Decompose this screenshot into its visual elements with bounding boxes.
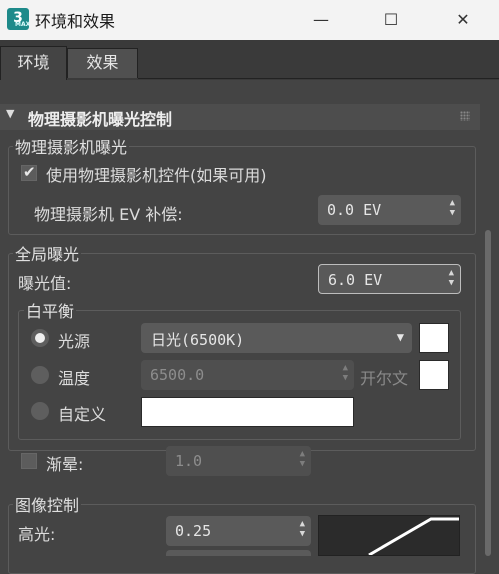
ev-compensation-spinner[interactable]: 0.0 EV ▲ ▼ [318,195,461,225]
vignetting-spinner[interactable]: 1.0 ▲ ▼ [166,446,311,476]
app-logo-subtext: MAX [15,21,31,28]
custom-color-swatch[interactable] [141,397,354,427]
camera-exposure-group-title: 物理摄影机曝光 [13,134,130,158]
exposure-value-input[interactable]: 6.0 EV [328,271,382,289]
custom-label: 自定义 [58,405,107,424]
tone-curve-line [368,517,459,557]
next-spinner-partial[interactable] [166,550,311,556]
temperature-color-swatch[interactable] [419,360,449,390]
rollout-title: 物理摄影机曝光控制 [28,110,173,129]
window-title: 环境和效果 [35,12,116,31]
tab-effects[interactable]: 效果 [67,48,138,78]
tone-curve-preview [318,515,460,557]
chevron-down-icon: ▼ [396,330,404,344]
vignetting-checkbox[interactable] [21,453,37,469]
minimize-button[interactable]: — [298,0,344,40]
spinner-arrows-icon[interactable]: ▲ ▼ [300,449,305,469]
highlights-label: 高光: [18,525,56,544]
ev-compensation-label: 物理摄影机 EV 补偿: [34,205,183,224]
highlights-value: 0.25 [175,522,212,540]
app-logo-icon: 3 MAX [7,8,31,30]
maximize-button[interactable]: ☐ [368,0,414,40]
tab-environment[interactable]: 环境 [0,46,67,80]
temperature-value: 6500.0 [150,366,205,384]
collapse-triangle-icon: ▼ [6,107,15,120]
white-balance-group-title: 白平衡 [24,298,77,322]
light-source-value: 日光(6500K) [151,331,245,349]
tone-curve-graph [368,517,459,557]
title-bar: 3 MAX 环境和效果 — ☐ ✕ [0,0,499,40]
use-camera-controls-checkbox[interactable]: ✔ [21,163,37,181]
temperature-radio[interactable] [31,366,49,384]
light-source-label: 光源 [58,332,91,351]
close-button[interactable]: ✕ [440,0,486,40]
spinner-arrows-icon[interactable]: ▲ ▼ [300,519,305,539]
checkmark-icon: ✔ [23,163,36,181]
kelvin-unit-label: 开尔文 [360,369,409,388]
custom-radio[interactable] [31,402,49,420]
tab-divider [138,78,499,79]
rollout-header[interactable]: ▼ 物理摄影机曝光控制 [0,104,480,130]
temperature-spinner[interactable]: 6500.0 ▲ ▼ [141,360,354,390]
temperature-label: 温度 [58,369,91,388]
vignetting-label: 渐晕: [46,455,84,474]
use-camera-controls-label: 使用物理摄影机控件(如果可用) [46,166,267,185]
spinner-arrows-icon[interactable]: ▲ ▼ [450,198,455,218]
scrollbar-thumb[interactable] [485,230,491,556]
spinner-arrows-icon[interactable]: ▲ ▼ [343,363,348,383]
spinner-arrows-icon[interactable]: ▲ ▼ [449,268,454,288]
light-source-color-swatch[interactable] [419,323,449,353]
light-source-dropdown[interactable]: 日光(6500K) ▼ [141,323,412,353]
global-exposure-group-title: 全局曝光 [13,241,82,265]
highlights-spinner[interactable]: 0.25 ▲ ▼ [166,516,311,546]
exposure-value-spinner[interactable]: 6.0 EV ▲ ▼ [318,264,461,294]
light-source-radio[interactable] [31,329,49,347]
ev-compensation-value: 0.0 EV [327,201,382,219]
drag-grip-icon[interactable] [460,111,470,121]
vignetting-value: 1.0 [175,452,203,470]
exposure-value-label: 曝光值: [18,274,72,293]
tab-bar: 环境 效果 [0,40,499,80]
image-control-group-title: 图像控制 [13,492,82,516]
